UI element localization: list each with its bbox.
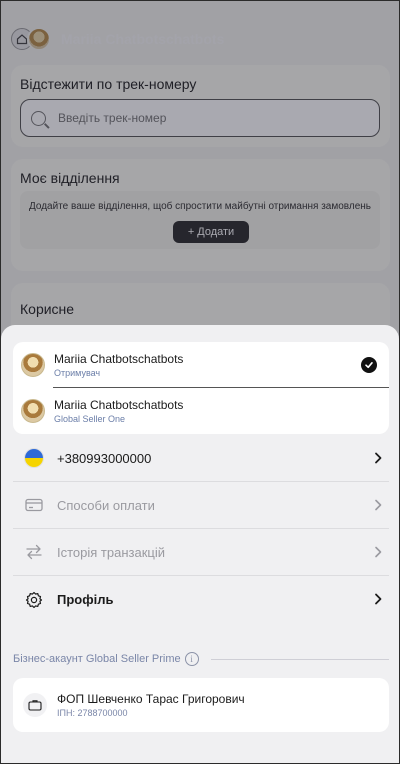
account-bottom-sheet: Mariia Chatbotschatbots Отримувач Mariia…	[1, 325, 399, 763]
info-icon[interactable]: i	[184, 652, 199, 666]
menu-item-label: Історія транзакцій	[57, 544, 165, 560]
branch-card-title: Моє відділення	[20, 170, 120, 186]
business-account-header: Бізнес-акаунт Global Seller Prime i	[13, 649, 389, 669]
chevron-right-icon	[375, 593, 382, 605]
phone-number: +380993000000	[57, 450, 152, 466]
account-item-global-seller[interactable]: Mariia Chatbotschatbots Global Seller On…	[13, 388, 389, 434]
useful-card-title: Корисне	[20, 301, 75, 317]
add-branch-button[interactable]: + Додати	[173, 221, 249, 243]
background-page: Mariia Chatbotschatbots Відстежити по тр…	[1, 1, 399, 353]
business-account-title: Бізнес-акаунт Global Seller Prime	[13, 653, 181, 665]
accounts-list: Mariia Chatbotschatbots Отримувач Mariia…	[13, 342, 389, 434]
plus-icon: +	[187, 226, 195, 238]
card-icon	[23, 494, 45, 516]
menu-item-payment-methods[interactable]: Способи оплати	[13, 482, 389, 529]
chevron-right-icon	[375, 546, 382, 558]
account-name: Mariia Chatbotschatbots	[54, 398, 184, 412]
account-item-recipient[interactable]: Mariia Chatbotschatbots Отримувач	[13, 342, 389, 388]
divider	[210, 658, 389, 660]
branch-map-placeholder: Додайте ваше відділення, щоб спростити м…	[20, 191, 380, 249]
track-card: Відстежити по трек-номеру	[11, 65, 390, 147]
menu-item-label: Способи оплати	[57, 497, 155, 513]
bg-header: Mariia Chatbotschatbots	[11, 25, 224, 53]
account-role: Global Seller One	[54, 414, 126, 424]
swap-arrows-icon	[23, 541, 45, 563]
track-card-title: Відстежити по трек-номеру	[20, 76, 197, 92]
account-name: Mariia Chatbotschatbots	[54, 352, 184, 366]
menu-item-profile[interactable]: Профіль	[13, 576, 389, 623]
app-frame: Mariia Chatbotschatbots Відстежити по тр…	[0, 0, 400, 764]
business-name: ФОП Шевченко Тарас Григорович	[57, 692, 245, 706]
track-search-field[interactable]	[20, 99, 380, 137]
menu-item-phone[interactable]: +380993000000	[13, 435, 389, 482]
user-avatar[interactable]	[27, 27, 51, 51]
menu-item-label: Профіль	[57, 592, 114, 607]
business-account-item[interactable]: ФОП Шевченко Тарас Григорович ІПН: 27887…	[13, 678, 389, 732]
menu-item-transaction-history[interactable]: Історія транзакцій	[13, 529, 389, 576]
branch-description: Додайте ваше відділення, щоб спростити м…	[29, 201, 371, 212]
account-role: Отримувач	[54, 368, 101, 378]
branch-card: Моє відділення Додайте ваше відділення, …	[11, 159, 390, 271]
briefcase-icon	[23, 693, 47, 717]
avatar	[21, 353, 45, 377]
ukraine-flag-icon	[24, 448, 44, 468]
add-branch-label: Додати	[197, 226, 235, 238]
chevron-right-icon	[375, 452, 382, 464]
selected-check-icon	[361, 357, 377, 373]
settings-menu: +380993000000 Способи оплати Історія тра…	[13, 435, 389, 623]
chevron-right-icon	[375, 499, 382, 511]
business-ipn: ІПН: 2788700000	[57, 708, 128, 718]
search-icon	[31, 110, 46, 126]
avatar	[21, 399, 45, 423]
gear-icon	[23, 589, 45, 611]
user-name: Mariia Chatbotschatbots	[61, 31, 225, 47]
track-number-input[interactable]	[58, 111, 358, 125]
